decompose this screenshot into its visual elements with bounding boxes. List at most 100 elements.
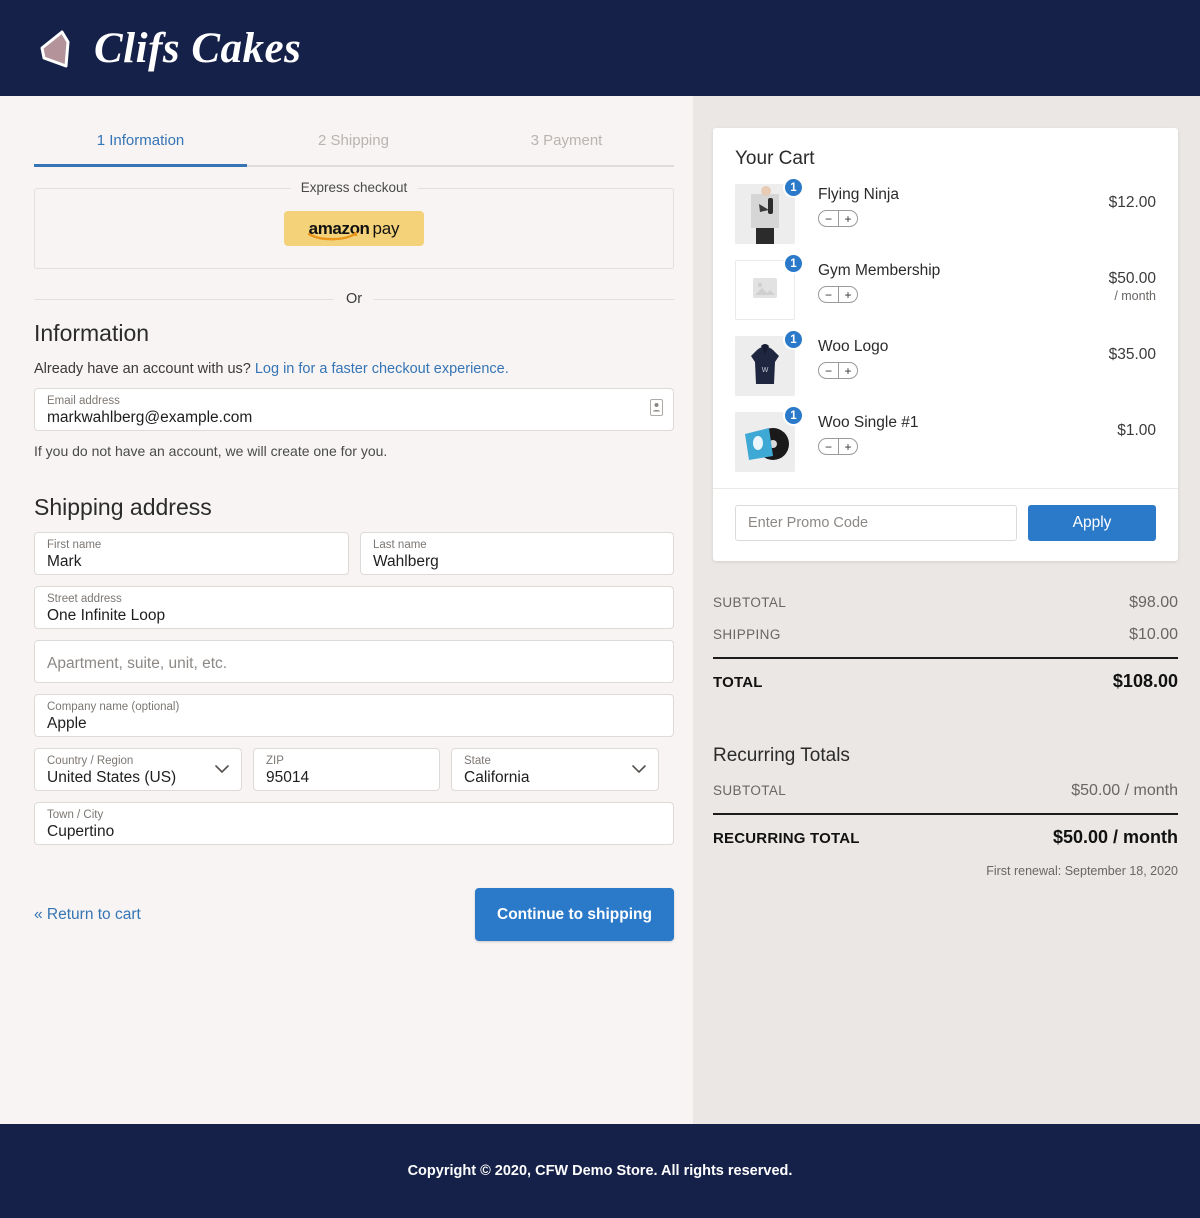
recurring-row-subtotal: SUBTOTAL $50.00 / month	[713, 775, 1178, 807]
cart-item-thumb-wrap: 1	[735, 405, 804, 472]
cart-item-name[interactable]: Flying Ninja	[818, 186, 1082, 204]
chevron-down-icon	[215, 761, 229, 779]
quantity-badge: 1	[783, 177, 804, 198]
decrease-quantity-button[interactable]: −	[819, 439, 838, 454]
name-row: First name Mark Last name Wahlberg	[34, 521, 674, 575]
or-label: Or	[333, 291, 375, 307]
promo-code-row: Enter Promo Code Apply	[713, 488, 1178, 561]
quantity-stepper[interactable]: − +	[818, 362, 858, 379]
recurring-subtotal-value: $50.00 / month	[1071, 782, 1178, 799]
site-logo[interactable]: Clifs Cakes	[32, 22, 301, 74]
increase-quantity-button[interactable]: +	[838, 211, 857, 226]
totals-row-subtotal: SUBTOTAL $98.00	[713, 587, 1178, 619]
zip-value: 95014	[266, 769, 310, 786]
login-link[interactable]: Log in for a faster checkout experience.	[255, 361, 509, 377]
image-placeholder-icon	[752, 277, 778, 304]
country-select[interactable]: Country / Region United States (US)	[34, 748, 242, 791]
quantity-stepper[interactable]: − +	[818, 438, 858, 455]
decrease-quantity-button[interactable]: −	[819, 211, 838, 226]
shipping-value: $10.00	[1129, 626, 1178, 643]
cart-item-info: Gym Membership − +	[795, 260, 1082, 304]
cart-item-name[interactable]: Woo Single #1	[818, 414, 1082, 432]
return-to-cart-link[interactable]: « Return to cart	[34, 906, 141, 924]
cart-item-name[interactable]: Gym Membership	[818, 262, 1082, 280]
totals-row-shipping: SHIPPING $10.00	[713, 619, 1178, 651]
decrease-quantity-button[interactable]: −	[819, 287, 838, 302]
zip-field[interactable]: ZIP 95014	[253, 748, 440, 791]
step-information[interactable]: 1 Information	[34, 118, 247, 167]
cart-title: Your Cart	[735, 148, 815, 169]
form-actions: « Return to cart Continue to shipping	[34, 888, 674, 941]
recurring-totals-title: Recurring Totals	[713, 745, 850, 766]
last-name-field[interactable]: Last name Wahlberg	[360, 532, 674, 575]
apartment-placeholder: Apartment, suite, unit, etc.	[47, 655, 228, 672]
table-row: 1 Flying Ninja − + $12.00	[735, 176, 1156, 252]
city-field[interactable]: Town / City Cupertino	[34, 802, 674, 845]
quantity-stepper[interactable]: − +	[818, 210, 858, 227]
street-address-field[interactable]: Street address One Infinite Loop	[34, 586, 674, 629]
cart-item-price-wrap: $35.00	[1082, 336, 1156, 365]
copyright-text: Copyright © 2020, CFW Demo Store. All ri…	[407, 1163, 793, 1179]
street-address-value: One Infinite Loop	[47, 607, 166, 624]
promo-code-input[interactable]: Enter Promo Code	[735, 505, 1017, 541]
step-payment[interactable]: 3 Payment	[460, 118, 673, 165]
recurring-row-total: RECURRING TOTAL $50.00 / month	[713, 813, 1178, 855]
decrease-quantity-button[interactable]: −	[819, 363, 838, 378]
order-totals: SUBTOTAL $98.00 SHIPPING $10.00 TOTAL $1…	[713, 587, 1178, 699]
cart-item-info: Flying Ninja − +	[795, 184, 1082, 228]
cart-item-info: Woo Single #1 − +	[795, 412, 1082, 456]
total-value: $108.00	[1112, 671, 1178, 691]
cart-item-price-wrap: $12.00	[1082, 184, 1156, 213]
cart-item-price: $50.00	[1108, 270, 1156, 287]
cart-item-price-period: / month	[1114, 289, 1156, 303]
email-field-value: markwahlberg@example.com	[47, 409, 253, 426]
company-value: Apple	[47, 715, 87, 732]
contact-card-icon[interactable]	[650, 398, 663, 421]
amazon-smile-icon	[308, 232, 358, 241]
email-field[interactable]: Email address markwahlberg@example.com	[34, 388, 674, 431]
checkout-steps: 1 Information 2 Shipping 3 Payment	[34, 118, 674, 167]
increase-quantity-button[interactable]: +	[838, 439, 857, 454]
state-select[interactable]: State California	[451, 748, 659, 791]
svg-text:W: W	[762, 367, 769, 374]
table-row: 1 Woo Single #1 − + $1.00	[735, 404, 1156, 480]
order-summary-column: Your Cart 1 Flying Ninja − + $12.00 1 Gy…	[693, 96, 1200, 1124]
information-title: Information	[34, 320, 150, 346]
first-name-field[interactable]: First name Mark	[34, 532, 349, 575]
city-value: Cupertino	[47, 823, 115, 840]
first-name-label: First name	[47, 539, 102, 551]
account-prompt-text: Already have an account with us?	[34, 361, 251, 377]
first-name-value: Mark	[47, 553, 82, 570]
zip-label: ZIP	[266, 755, 284, 767]
quantity-stepper[interactable]: − +	[818, 286, 858, 303]
site-header: Clifs Cakes	[0, 0, 1200, 96]
city-label: Town / City	[47, 809, 104, 821]
cart-item-name[interactable]: Woo Logo	[818, 338, 1082, 356]
cart-item-price-wrap: $1.00	[1082, 412, 1156, 441]
cart-item-thumb-wrap: W 1	[735, 329, 804, 396]
email-field-label: Email address	[47, 395, 120, 407]
chevron-down-icon	[632, 761, 646, 779]
continue-to-shipping-button[interactable]: Continue to shipping	[475, 888, 674, 941]
or-divider: Or	[34, 290, 674, 308]
main-content: 1 Information 2 Shipping 3 Payment Expre…	[0, 96, 1200, 1124]
street-address-label: Street address	[47, 593, 122, 605]
total-label: TOTAL	[713, 674, 763, 691]
company-field[interactable]: Company name (optional) Apple	[34, 694, 674, 737]
country-label: Country / Region	[47, 755, 134, 767]
subtotal-label: SUBTOTAL	[713, 595, 787, 610]
cart-item-thumb-wrap: 1	[735, 253, 804, 320]
increase-quantity-button[interactable]: +	[838, 363, 857, 378]
amazon-pay-button[interactable]: amazon pay	[284, 211, 424, 246]
apartment-field[interactable]: Apartment, suite, unit, etc.	[34, 640, 674, 683]
last-name-value: Wahlberg	[373, 553, 439, 570]
apply-promo-button[interactable]: Apply	[1028, 505, 1156, 541]
amazon-pay-suffix: pay	[372, 218, 400, 238]
table-row: 1 Gym Membership − + $50.00 / month	[735, 252, 1156, 328]
shipping-label: SHIPPING	[713, 627, 781, 642]
step-shipping[interactable]: 2 Shipping	[247, 118, 460, 165]
increase-quantity-button[interactable]: +	[838, 287, 857, 302]
last-name-label: Last name	[373, 539, 427, 551]
shipping-address-title: Shipping address	[34, 494, 212, 520]
state-label: State	[464, 755, 491, 767]
